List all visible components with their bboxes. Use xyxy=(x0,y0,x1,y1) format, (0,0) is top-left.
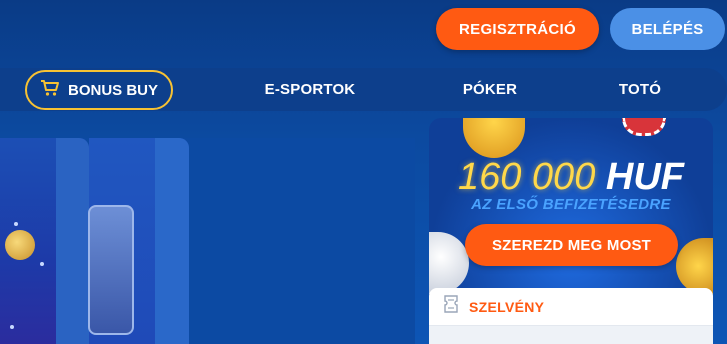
bonus-amount: 160 000 HUF xyxy=(429,156,713,199)
coin-illustration xyxy=(5,230,35,260)
bet-slip-title: SZELVÉNY xyxy=(469,298,545,315)
nav-item-bonus-buy[interactable]: BONUS BUY xyxy=(25,70,173,110)
nav-item-poker[interactable]: PÓKER xyxy=(430,68,550,111)
slider-card-edge xyxy=(56,138,89,344)
sparkle-decoration xyxy=(10,325,14,329)
bonus-amount-value: 160 000 xyxy=(457,156,596,198)
sparkle-decoration xyxy=(40,262,44,266)
bonus-subtitle: AZ ELSŐ BEFIZETÉSEDRE xyxy=(471,196,671,213)
sparkle-decoration xyxy=(14,222,18,226)
bet-slip-header[interactable]: SZELVÉNY xyxy=(429,288,713,326)
slider-card-edge xyxy=(155,138,189,344)
nav-item-esports[interactable]: E-SPORTOK xyxy=(240,68,380,111)
nav-item-toto[interactable]: TOTÓ xyxy=(580,68,700,111)
bet-slip-body xyxy=(429,326,713,344)
login-button[interactable]: BELÉPÉS xyxy=(610,8,725,50)
ticket-icon xyxy=(443,295,459,318)
bet-slip: SZELVÉNY xyxy=(429,288,713,344)
register-button[interactable]: REGISZTRÁCIÓ xyxy=(436,8,599,50)
cart-icon xyxy=(40,79,60,101)
bonus-buy-label: BONUS BUY xyxy=(67,81,158,99)
bonus-currency: HUF xyxy=(605,156,685,198)
phone-illustration xyxy=(88,205,134,335)
claim-bonus-button[interactable]: SZEREZD MEG MOST xyxy=(465,224,678,266)
